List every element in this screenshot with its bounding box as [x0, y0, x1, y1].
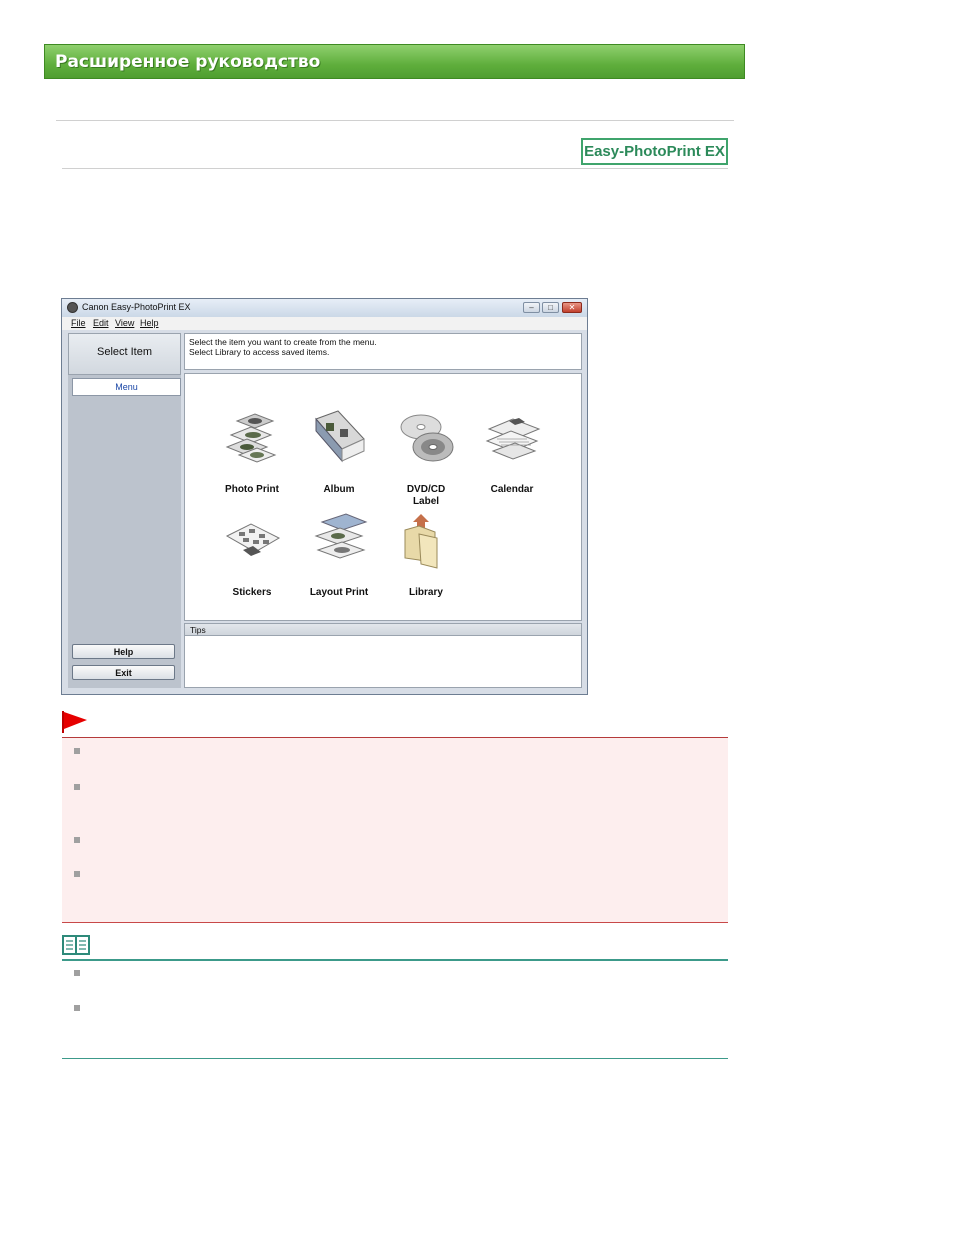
help-button-label: Help [113, 647, 134, 657]
product-badge-label: Easy-PhotoPrint EX [584, 143, 725, 160]
bullet-marker [74, 871, 80, 877]
instruction-line-2: Select Library to access saved items. [189, 347, 330, 357]
tab-menu[interactable]: Menu [72, 378, 181, 396]
item-calendar[interactable]: Calendar [467, 409, 557, 505]
sidebar: Select Item Menu Help Exit [68, 333, 181, 688]
tips-header: Tips [184, 623, 582, 636]
album-icon [315, 410, 365, 463]
menu-edit[interactable]: Edit [93, 318, 109, 328]
calendar-icon [485, 418, 541, 460]
menu-file[interactable]: File [71, 318, 86, 328]
note-book-icon [62, 935, 90, 955]
bullet-marker [74, 1005, 80, 1011]
app-window: Canon Easy-PhotoPrint EX – □ ✕ File Edit… [61, 298, 588, 695]
help-button[interactable]: Help [72, 644, 175, 659]
item-album[interactable]: Album [294, 409, 384, 505]
important-box [62, 738, 728, 923]
bullet-marker [74, 784, 80, 790]
select-item-header: Select Item [68, 333, 181, 375]
note-divider [62, 959, 728, 961]
item-label: Album [323, 484, 355, 495]
tips-box [184, 636, 582, 688]
instruction-line-1: Select the item you want to create from … [189, 337, 377, 347]
product-badge: Easy-PhotoPrint EX [581, 138, 728, 165]
window-title: Canon Easy-PhotoPrint EX [82, 302, 191, 312]
important-flag-icon [62, 711, 87, 733]
select-item-label: Select Item [96, 346, 153, 358]
window-titlebar[interactable]: Canon Easy-PhotoPrint EX – □ ✕ [62, 299, 587, 317]
close-button[interactable]: ✕ [562, 302, 582, 313]
item-label-text: DVD/CD Label [406, 484, 446, 507]
exit-button[interactable]: Exit [72, 665, 175, 680]
bullet-marker [74, 748, 80, 754]
item-label: Photo Print [225, 484, 279, 495]
item-label: Calendar [490, 484, 534, 495]
photo-print-icon [225, 413, 277, 463]
stickers-icon [225, 523, 281, 556]
layout-print-icon [314, 513, 368, 559]
item-stickers[interactable]: Stickers [207, 512, 297, 608]
divider-top [56, 120, 734, 121]
note-bottom-divider [62, 1058, 728, 1059]
menu-view[interactable]: View [115, 318, 134, 328]
exit-button-label: Exit [115, 668, 132, 678]
library-icon [404, 514, 438, 569]
manual-header-banner: Расширенное руководство [44, 44, 745, 79]
menu-help[interactable]: Help [140, 318, 159, 328]
disc-icon [400, 414, 454, 462]
divider-under-badge [62, 168, 728, 169]
tab-menu-label: Menu [115, 382, 138, 392]
app-logo-icon [67, 302, 78, 313]
item-dvd-cd-label[interactable]: DVD/CD Label [381, 409, 471, 508]
tips-label: Tips [190, 625, 206, 635]
item-label: Library [409, 587, 443, 598]
item-layout-print[interactable]: Layout Print [294, 512, 384, 608]
menu-bar: File Edit View Help [62, 317, 587, 330]
item-library[interactable]: Library [381, 512, 471, 608]
bullet-marker [74, 837, 80, 843]
item-label: Layout Print [309, 587, 369, 598]
minimize-button[interactable]: – [523, 302, 540, 313]
manual-header-title: Расширенное руководство [55, 52, 321, 72]
item-label: DVD/CD Label [381, 484, 471, 508]
maximize-button[interactable]: □ [542, 302, 559, 313]
bullet-marker [74, 970, 80, 976]
item-menu-area: Photo Print Album DVD/CD Label Calendar … [184, 373, 582, 621]
instruction-box: Select the item you want to create from … [184, 333, 582, 370]
item-label: Stickers [232, 587, 272, 598]
item-photo-print[interactable]: Photo Print [207, 409, 297, 505]
